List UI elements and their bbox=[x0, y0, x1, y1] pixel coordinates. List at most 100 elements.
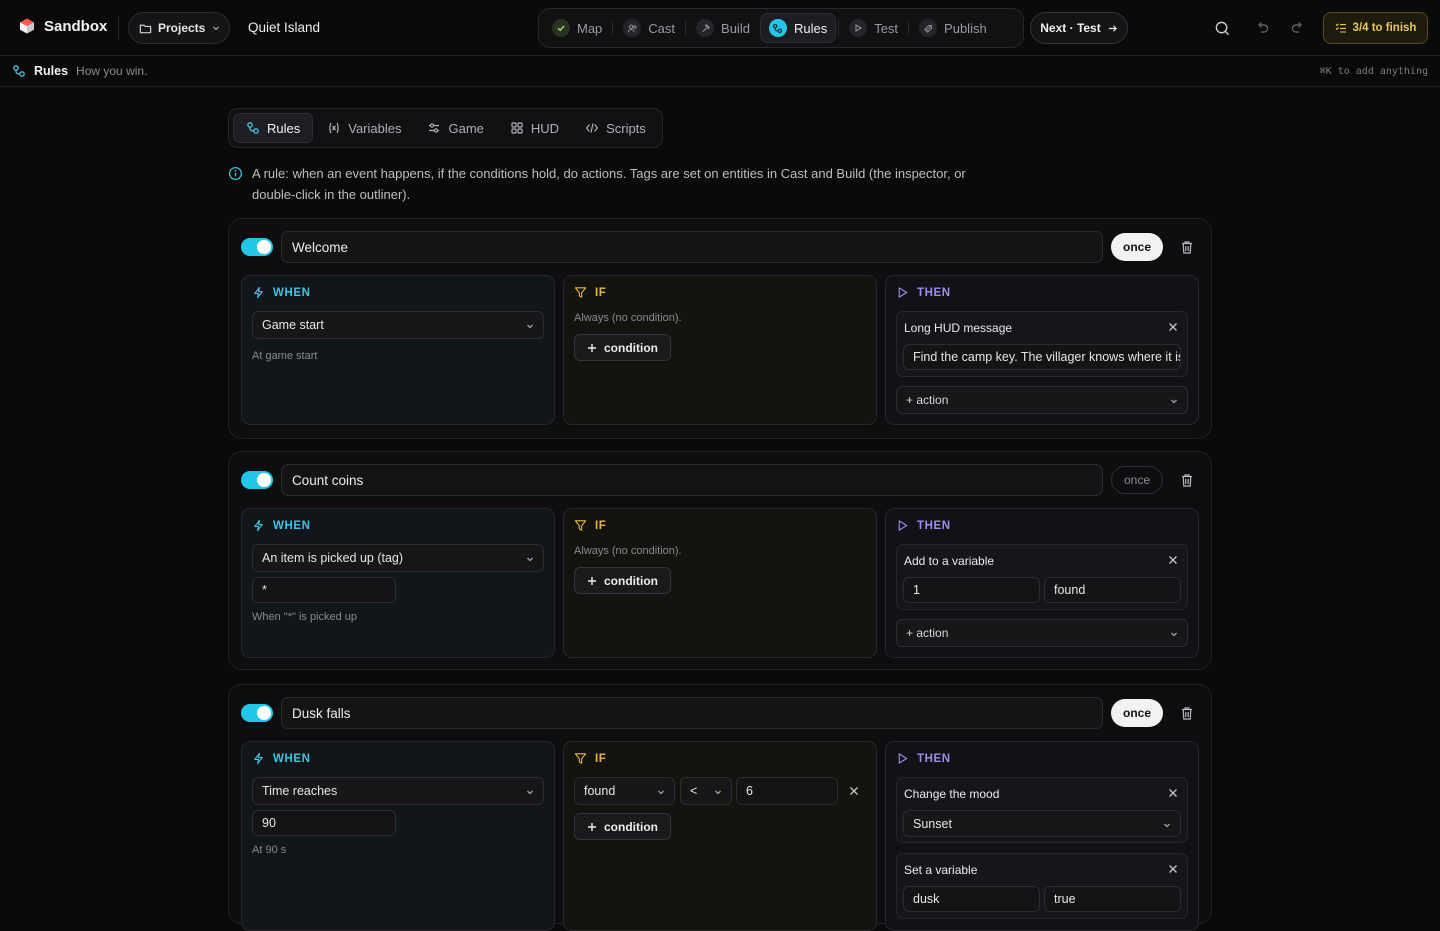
tab-game[interactable]: Game bbox=[415, 113, 495, 143]
once-toggle[interactable]: once bbox=[1111, 233, 1163, 261]
play-icon bbox=[896, 519, 909, 532]
variable-icon bbox=[327, 121, 341, 135]
people-icon bbox=[623, 19, 642, 37]
condition-operator-select[interactable]: < bbox=[680, 777, 732, 805]
add-condition-label: condition bbox=[604, 573, 658, 588]
add-action-select[interactable]: + action bbox=[896, 386, 1188, 414]
step-label: Publish bbox=[944, 20, 987, 36]
close-icon[interactable] bbox=[1167, 863, 1179, 875]
add-action-label: + action bbox=[906, 393, 949, 407]
once-toggle[interactable]: once bbox=[1111, 699, 1163, 727]
variable-input[interactable]: dusk bbox=[903, 886, 1040, 912]
trash-icon[interactable] bbox=[1177, 703, 1197, 723]
if-panel: IF found < 6 condition bbox=[563, 741, 877, 931]
amount-input[interactable]: 1 bbox=[903, 577, 1040, 603]
app-name: Sandbox bbox=[44, 17, 108, 35]
tab-label: Variables bbox=[348, 120, 402, 136]
tab-label: HUD bbox=[530, 120, 560, 136]
divider bbox=[612, 21, 614, 35]
next-step-button[interactable]: Next · Test bbox=[1030, 12, 1128, 44]
tab-variables[interactable]: Variables bbox=[315, 113, 413, 143]
step-cast[interactable]: Cast bbox=[615, 13, 683, 43]
close-icon[interactable] bbox=[1167, 321, 1179, 333]
rule-enabled-toggle[interactable] bbox=[241, 238, 273, 256]
event-hint: At game start bbox=[252, 350, 318, 362]
rule-enabled-toggle[interactable] bbox=[241, 704, 273, 722]
filter-icon bbox=[574, 519, 587, 532]
add-condition-label: condition bbox=[604, 340, 658, 355]
add-condition-button[interactable]: condition bbox=[574, 813, 671, 840]
redo-icon[interactable] bbox=[1288, 18, 1308, 38]
tab-scripts[interactable]: Scripts bbox=[573, 113, 658, 143]
add-condition-label: condition bbox=[604, 819, 658, 834]
undo-icon[interactable] bbox=[1252, 18, 1272, 38]
action-title: Set a variable bbox=[904, 863, 978, 877]
rule-name-input[interactable]: Welcome bbox=[281, 231, 1103, 263]
search-icon[interactable] bbox=[1212, 18, 1232, 38]
add-condition-button[interactable]: condition bbox=[574, 334, 671, 361]
trash-icon[interactable] bbox=[1177, 237, 1197, 257]
project-name[interactable]: Quiet Island bbox=[248, 20, 320, 35]
tab-label: Game bbox=[448, 120, 484, 136]
add-condition-button[interactable]: condition bbox=[574, 567, 671, 594]
when-label: WHEN bbox=[273, 286, 311, 299]
tab-hud[interactable]: HUD bbox=[498, 113, 571, 143]
condition-value-input[interactable]: 6 bbox=[736, 777, 838, 805]
tag-input[interactable]: * bbox=[252, 577, 396, 603]
trash-icon[interactable] bbox=[1177, 470, 1197, 490]
tab-rules[interactable]: Rules bbox=[233, 113, 314, 143]
divider bbox=[908, 21, 910, 35]
message-input[interactable]: Find the camp key. The villager knows wh… bbox=[903, 344, 1181, 370]
step-test[interactable]: Test bbox=[841, 13, 906, 43]
checklist-icon bbox=[1335, 22, 1347, 34]
event-select[interactable]: Time reaches bbox=[252, 777, 544, 805]
chevron-down-icon bbox=[656, 787, 666, 797]
close-icon[interactable] bbox=[848, 785, 860, 797]
action-card: Add to a variable 1 found bbox=[896, 544, 1188, 610]
condition-variable-value: found bbox=[584, 784, 616, 798]
step-publish[interactable]: Publish bbox=[911, 13, 995, 43]
once-toggle[interactable]: once bbox=[1111, 466, 1163, 494]
brand[interactable]: Sandbox bbox=[18, 17, 107, 35]
add-action-label: + action bbox=[906, 626, 949, 640]
value-input[interactable]: true bbox=[1044, 886, 1181, 912]
hammer-icon bbox=[696, 19, 715, 37]
event-value: Game start bbox=[262, 318, 324, 332]
if-label: IF bbox=[595, 286, 607, 299]
variable-input[interactable]: found bbox=[1044, 577, 1181, 603]
chevron-down-icon bbox=[1162, 820, 1172, 830]
condition-hint: Always (no condition). bbox=[574, 545, 682, 557]
divider bbox=[118, 16, 119, 40]
event-value: An item is picked up (tag) bbox=[262, 551, 404, 565]
step-map[interactable]: Map bbox=[544, 13, 610, 43]
chevron-down-icon bbox=[211, 23, 221, 33]
then-panel: THEN Add to a variable 1 found + action bbox=[885, 508, 1199, 658]
step-rules[interactable]: Rules bbox=[759, 13, 837, 43]
when-panel: WHEN An item is picked up (tag) * When "… bbox=[241, 508, 555, 658]
workflow-stepper: Map Cast Build Rules Test Publish bbox=[538, 8, 1024, 48]
event-value: Time reaches bbox=[262, 784, 338, 798]
condition-variable-select[interactable]: found bbox=[574, 777, 675, 805]
chevron-down-icon bbox=[1169, 396, 1179, 406]
info-text: A rule: when an event happens, if the co… bbox=[252, 166, 966, 202]
finish-progress-badge[interactable]: 3/4 to finish bbox=[1323, 12, 1428, 44]
action-card: Long HUD message Find the camp key. The … bbox=[896, 311, 1188, 377]
rule-name-input[interactable]: Count coins bbox=[281, 464, 1103, 496]
event-select[interactable]: An item is picked up (tag) bbox=[252, 544, 544, 572]
folder-icon bbox=[139, 22, 152, 35]
close-icon[interactable] bbox=[1167, 554, 1179, 566]
close-icon[interactable] bbox=[1167, 787, 1179, 799]
then-panel: THEN Change the mood Sunset Set a variab… bbox=[885, 741, 1199, 931]
time-input[interactable]: 90 bbox=[252, 810, 396, 836]
step-label: Rules bbox=[793, 20, 828, 36]
add-action-select[interactable]: + action bbox=[896, 619, 1188, 647]
step-label: Cast bbox=[648, 20, 676, 36]
mood-select[interactable]: Sunset bbox=[903, 810, 1181, 837]
event-select[interactable]: Game start bbox=[252, 311, 544, 339]
projects-button[interactable]: Projects bbox=[128, 12, 230, 44]
rule-name-input[interactable]: Dusk falls bbox=[281, 697, 1103, 729]
step-build[interactable]: Build bbox=[688, 13, 758, 43]
play-icon bbox=[849, 19, 868, 37]
chevron-down-icon bbox=[713, 787, 723, 797]
rule-enabled-toggle[interactable] bbox=[241, 471, 273, 489]
